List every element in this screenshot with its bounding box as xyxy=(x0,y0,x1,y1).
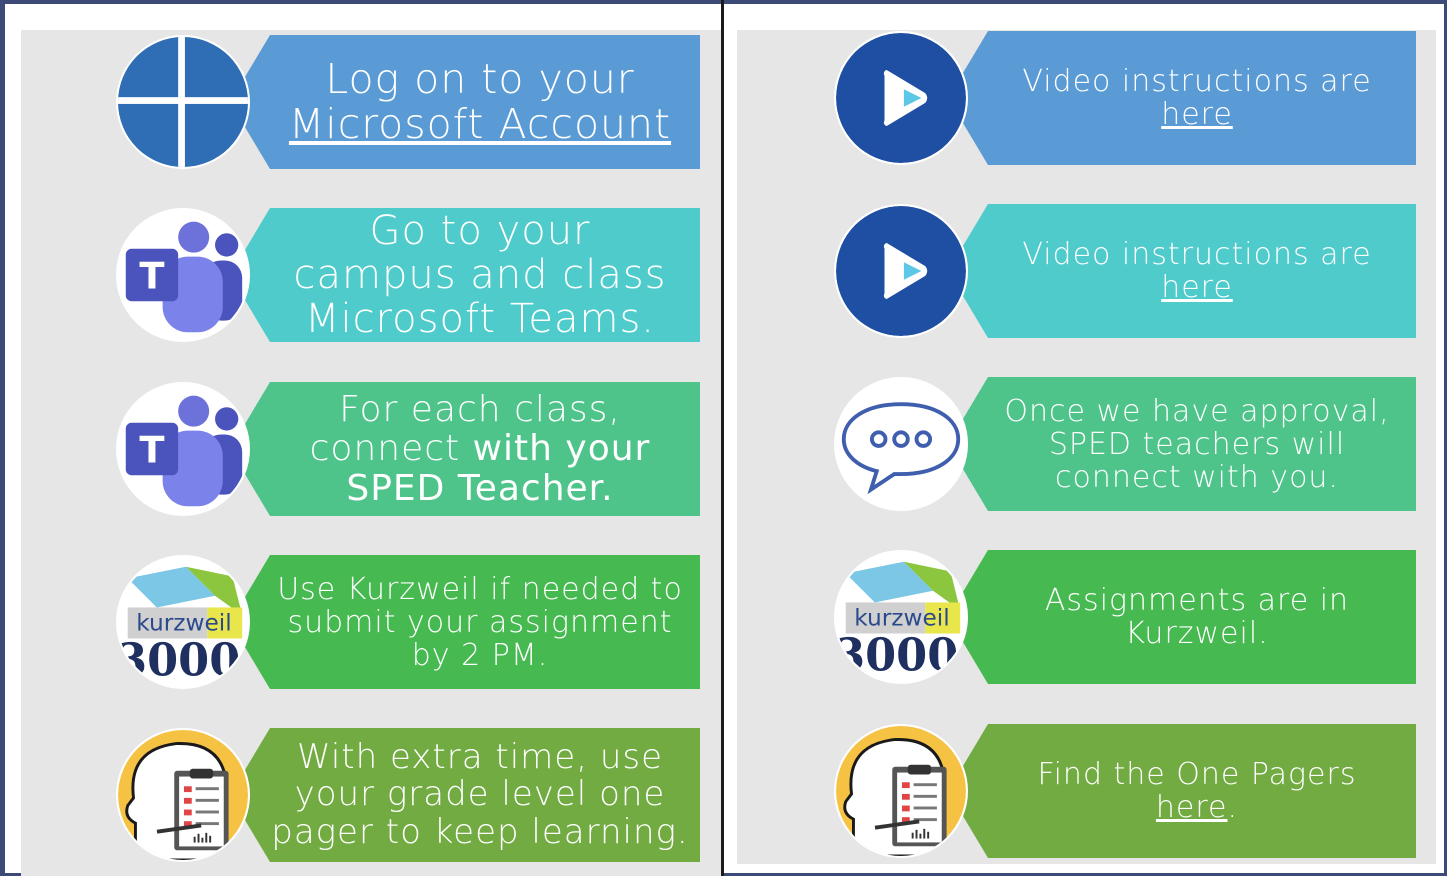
step-text-line2: your grade level one xyxy=(294,774,666,815)
banner: Find the One Pagers here. xyxy=(948,724,1416,858)
banner: For each class, connect with your SPED T… xyxy=(230,382,700,516)
step-text-line2: SPED teachers will xyxy=(1048,426,1346,462)
step-video-microsoft-teams: Video instructions are here xyxy=(828,204,1416,338)
teams-icon: T xyxy=(116,382,250,516)
step-text-line1: Assignments are in xyxy=(1044,583,1350,618)
step-text-line3: connect with you. xyxy=(1055,459,1339,495)
step-text-line1: With extra time, use xyxy=(296,736,663,777)
teams-icon: T xyxy=(116,208,250,342)
kurzweil-icon: kurzweil 3000 xyxy=(116,555,250,689)
step-kurzweil-submit: Use Kurzweil if needed to submit your as… xyxy=(110,555,700,689)
banner: Assignments are in Kurzweil. xyxy=(948,550,1416,684)
banner: Video instructions are here xyxy=(948,31,1416,165)
step-sped-teacher: For each class, connect with your SPED T… xyxy=(110,382,700,516)
svg-text:T: T xyxy=(139,255,164,298)
step-sped-approval: Once we have approval, SPED teachers wil… xyxy=(828,377,1416,511)
video-instructions-link[interactable]: here xyxy=(1022,271,1371,304)
one-pager-icon xyxy=(834,724,968,858)
banner: Video instructions are here xyxy=(948,204,1416,338)
one-pagers-link[interactable]: here xyxy=(1156,790,1228,825)
step-text-line1: Go to your xyxy=(369,208,591,254)
step-text-line3: pager to keep learning. xyxy=(271,811,689,852)
step-find-one-pagers: Find the One Pagers here. xyxy=(828,724,1416,858)
video-instructions-link[interactable]: here xyxy=(1022,98,1371,131)
step-text-line2: campus and class xyxy=(293,252,667,298)
kurzweil-number: 3000 xyxy=(118,633,240,686)
step-text-line1: Video instructions are xyxy=(1022,237,1372,272)
step-text-line3: by 2 PM. xyxy=(411,637,549,673)
step-text-line3: Microsoft Teams. xyxy=(304,296,656,342)
step-text-line1: For each class, xyxy=(339,388,621,430)
step-text: Log on to your xyxy=(325,54,635,103)
chat-bubble-icon xyxy=(834,377,968,511)
step-text-tail: . xyxy=(1227,790,1239,825)
svg-text:T: T xyxy=(139,429,164,472)
step-text-line2: Kurzweil. xyxy=(1125,616,1269,651)
step-microsoft-account: Log on to your Microsoft Account xyxy=(110,35,700,169)
step-video-microsoft-account: Video instructions are here xyxy=(828,31,1416,165)
step-text-line2b: with your xyxy=(472,428,651,470)
step-text-line1: Find the One Pagers xyxy=(1037,757,1357,792)
windows-icon xyxy=(116,35,250,169)
banner: With extra time, use your grade level on… xyxy=(230,728,700,862)
kurzweil-number: 3000 xyxy=(836,628,958,681)
step-text-line1: Use Kurzweil if needed to xyxy=(277,571,683,607)
microsoft-account-link[interactable]: Microsoft Account xyxy=(289,101,671,147)
step-text-line2a: connect xyxy=(309,428,473,470)
banner: Log on to your Microsoft Account xyxy=(230,35,700,169)
step-microsoft-teams: Go to your campus and class Microsoft Te… xyxy=(110,208,700,342)
step-text-line1: Video instructions are xyxy=(1022,64,1372,99)
column-divider xyxy=(721,0,724,876)
step-assignments-kurzweil: Assignments are in Kurzweil. kurzweil 30… xyxy=(828,550,1416,684)
step-text-line2: submit your assignment xyxy=(287,604,673,640)
one-pager-icon xyxy=(116,728,250,862)
banner: Use Kurzweil if needed to submit your as… xyxy=(230,555,700,689)
banner: Go to your campus and class Microsoft Te… xyxy=(230,208,700,342)
banner: Once we have approval, SPED teachers wil… xyxy=(948,377,1416,511)
step-text-line3: SPED Teacher. xyxy=(346,467,614,509)
play-icon xyxy=(834,31,968,165)
play-icon xyxy=(834,204,968,338)
kurzweil-icon: kurzweil 3000 xyxy=(834,550,968,684)
step-one-pager: With extra time, use your grade level on… xyxy=(110,728,700,862)
step-text-line1: Once we have approval, xyxy=(1004,393,1390,429)
